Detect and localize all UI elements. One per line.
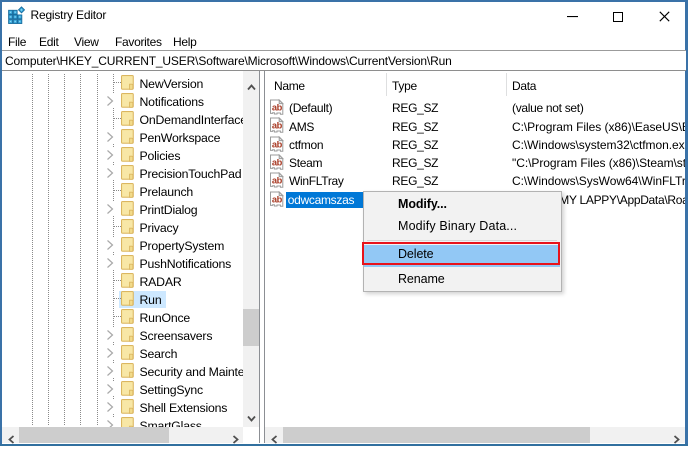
svg-text:ab: ab: [272, 176, 283, 186]
svg-text:ab: ab: [272, 103, 283, 113]
svg-text:ab: ab: [272, 139, 283, 149]
svg-text:ab: ab: [272, 194, 283, 204]
svg-text:ab: ab: [272, 121, 283, 131]
svg-text:ab: ab: [272, 157, 283, 167]
